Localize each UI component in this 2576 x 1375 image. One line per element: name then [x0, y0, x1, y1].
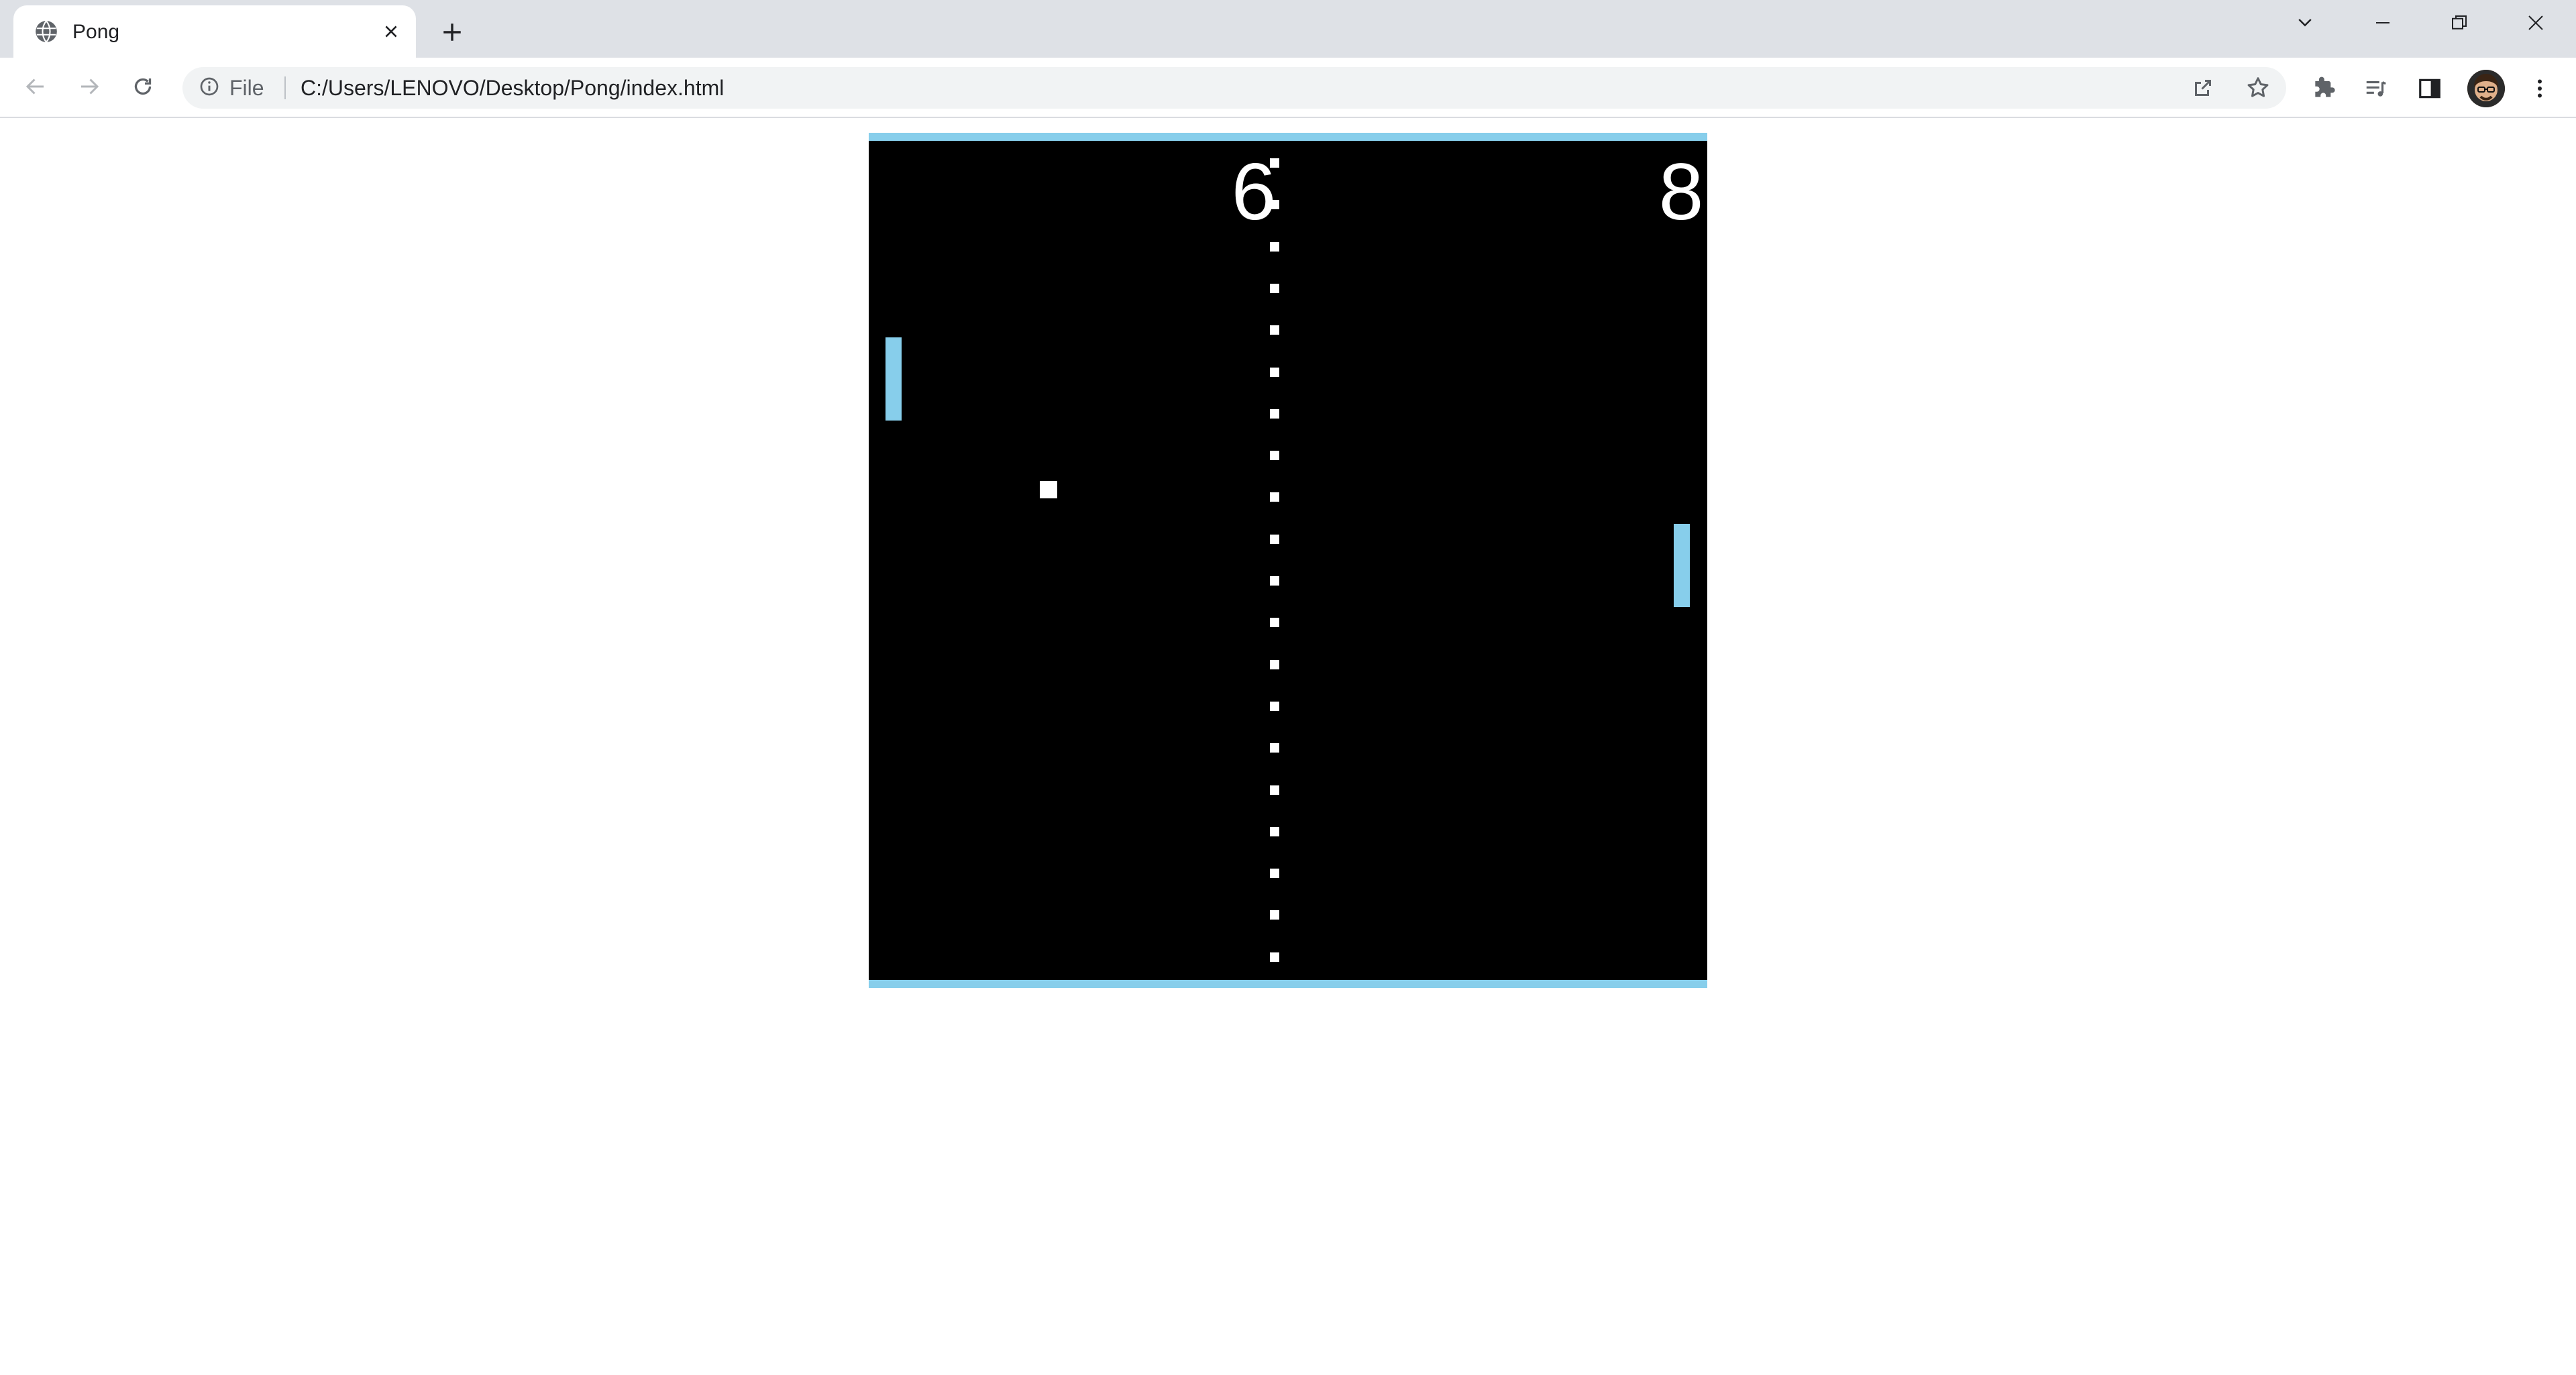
- ball: [1040, 481, 1057, 498]
- divider: [284, 76, 286, 99]
- media-queue-icon[interactable]: [2357, 70, 2395, 107]
- score-right: 8: [1658, 147, 1704, 237]
- net-dot: [1270, 408, 1279, 419]
- tab-strip: Pong: [0, 0, 2576, 58]
- site-info-button[interactable]: File: [199, 75, 264, 101]
- net-dot: [1270, 869, 1279, 879]
- address-bar[interactable]: File C:/Users/LENOVO/Desktop/Pong/index.…: [182, 67, 2286, 109]
- net-dot: [1270, 952, 1279, 962]
- close-window-button[interactable]: [2498, 0, 2573, 48]
- net-dot: [1270, 576, 1279, 586]
- url-text[interactable]: C:/Users/LENOVO/Desktop/Pong/index.html: [301, 74, 724, 102]
- restore-icon: [2449, 13, 2469, 36]
- tab-title: Pong: [72, 21, 120, 43]
- star-icon[interactable]: [2243, 74, 2273, 102]
- puzzle-icon[interactable]: [2305, 70, 2343, 107]
- forward-button[interactable]: [70, 68, 109, 107]
- net-dot: [1270, 367, 1279, 377]
- pong-court[interactable]: 6 8: [869, 133, 1707, 988]
- back-button[interactable]: [16, 68, 55, 107]
- new-tab-button[interactable]: [432, 12, 472, 52]
- net-dot: [1270, 826, 1279, 836]
- close-icon[interactable]: [378, 19, 404, 44]
- toolbar: File C:/Users/LENOVO/Desktop/Pong/index.…: [0, 58, 2576, 118]
- net-dot: [1270, 325, 1279, 335]
- net-dot: [1270, 283, 1279, 293]
- share-icon[interactable]: [2188, 74, 2218, 102]
- arrow-left-icon: [23, 74, 48, 102]
- restore-button[interactable]: [2422, 0, 2497, 48]
- globe-icon: [34, 19, 59, 44]
- net-dot: [1270, 785, 1279, 795]
- chevron-down-icon: [2295, 13, 2315, 36]
- side-panel-icon[interactable]: [2411, 70, 2449, 107]
- paddle-right: [1674, 524, 1690, 607]
- tab-search-button[interactable]: [2267, 0, 2343, 48]
- net-dot: [1270, 492, 1279, 502]
- minimize-button[interactable]: [2345, 0, 2420, 48]
- avatar[interactable]: [2467, 70, 2505, 107]
- page-viewport: 6 8: [0, 118, 2576, 1375]
- info-icon: [199, 76, 220, 101]
- net-dot: [1270, 158, 1279, 168]
- reload-icon: [131, 74, 155, 102]
- net-dot: [1270, 534, 1279, 544]
- net-dot: [1270, 618, 1279, 628]
- net-dot: [1270, 200, 1279, 210]
- net-dot: [1270, 701, 1279, 711]
- site-info-label: File: [229, 75, 264, 100]
- reload-button[interactable]: [123, 68, 162, 107]
- net-dot: [1270, 451, 1279, 461]
- tab-pong[interactable]: Pong: [13, 5, 416, 58]
- minimize-icon: [2373, 13, 2393, 36]
- arrow-right-icon: [77, 74, 101, 102]
- score-left: 6: [1231, 147, 1277, 237]
- close-icon: [2526, 13, 2546, 36]
- paddle-left: [885, 337, 902, 421]
- net-dot: [1270, 910, 1279, 920]
- menu-icon[interactable]: [2521, 70, 2559, 107]
- net-dot: [1270, 743, 1279, 753]
- net-dot: [1270, 241, 1279, 252]
- net-dot: [1270, 659, 1279, 669]
